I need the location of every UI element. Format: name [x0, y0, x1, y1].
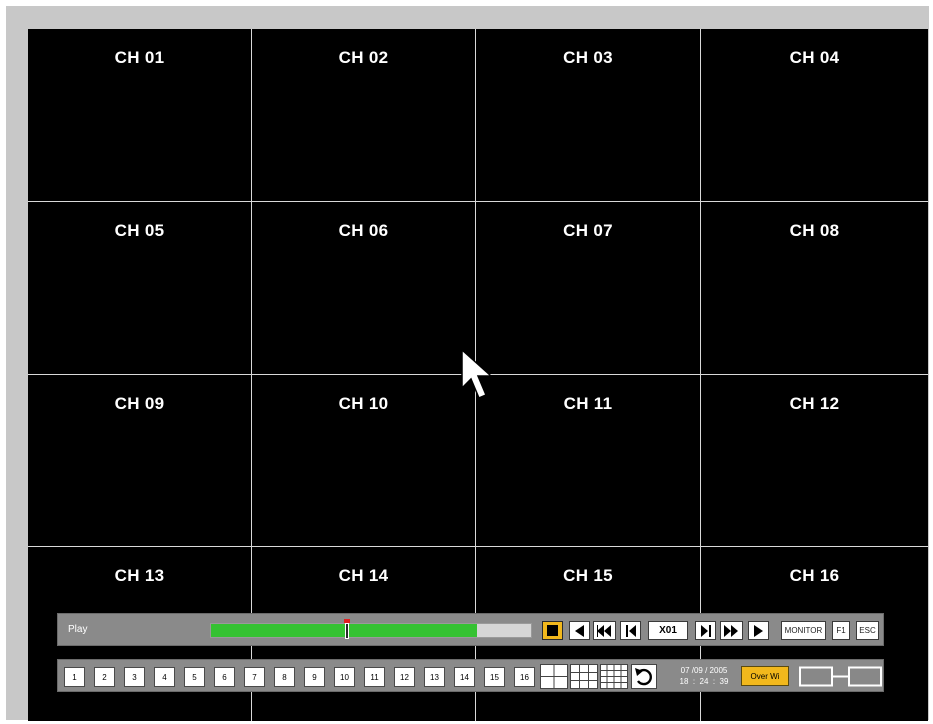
channel-button-7[interactable]: 7	[244, 667, 265, 687]
channel-label: CH 02	[338, 48, 389, 67]
layout-quad-button[interactable]	[540, 664, 568, 689]
channel-button-2[interactable]: 2	[94, 667, 115, 687]
f1-label: F1	[836, 626, 846, 635]
channel-label: CH 16	[789, 566, 840, 585]
channel-label: CH 08	[789, 221, 840, 240]
channel-tile[interactable]: CH 02	[252, 29, 476, 202]
hdd-status-icon	[799, 666, 882, 687]
channel-label: CH 11	[563, 394, 613, 413]
stop-icon	[547, 625, 558, 636]
layout-16-icon	[600, 664, 628, 689]
channel-tile[interactable]: CH 04	[701, 29, 928, 202]
play-icon	[754, 624, 763, 637]
fast-rewind-icon	[597, 624, 611, 637]
channel-tile[interactable]: CH 05	[28, 202, 252, 375]
channel-button-6[interactable]: 6	[214, 667, 235, 687]
speed-label: X01	[659, 625, 677, 636]
channel-button-15[interactable]: 15	[484, 667, 505, 687]
play-mode-label: Play	[68, 624, 88, 635]
channel-button-13[interactable]: 13	[424, 667, 445, 687]
layout-16-button[interactable]	[600, 664, 628, 689]
channel-tile[interactable]: CH 03	[476, 29, 701, 202]
channel-button-3[interactable]: 3	[124, 667, 145, 687]
channel-button-14[interactable]: 14	[454, 667, 475, 687]
undo-button[interactable]	[631, 664, 657, 689]
channel-label: CH 10	[338, 394, 389, 413]
monitor-button[interactable]: MONITOR	[781, 621, 826, 640]
marker-stem	[345, 623, 349, 639]
frame-forward-button[interactable]	[695, 621, 716, 640]
mouse-cursor-icon	[461, 348, 493, 399]
channel-label: CH 01	[114, 48, 165, 67]
channel-tile[interactable]: CH 11	[476, 375, 701, 547]
layout-9-icon	[570, 664, 598, 689]
frame-back-icon	[625, 624, 636, 637]
channel-tile[interactable]: CH 07	[476, 202, 701, 375]
layout-9-button[interactable]	[570, 664, 598, 689]
channel-label: CH 12	[789, 394, 840, 413]
time-text: 18 : 24 : 39	[679, 677, 729, 686]
overwrite-label: Over Wi	[750, 671, 780, 681]
channel-button-4[interactable]: 4	[154, 667, 175, 687]
channel-tile[interactable]: CH 12	[701, 375, 928, 547]
channel-select-bar: 1 2 3 4 5 6 7 8 9 10 11 12 13 14 15 16 0…	[57, 659, 884, 692]
channel-button-1[interactable]: 1	[64, 667, 85, 687]
esc-label: ESC	[859, 626, 876, 635]
fast-rewind-button[interactable]	[593, 621, 616, 640]
channel-label: CH 03	[563, 48, 613, 67]
fast-forward-button[interactable]	[720, 621, 743, 640]
channel-tile[interactable]: CH 10	[252, 375, 476, 547]
channel-label: CH 14	[338, 566, 389, 585]
channel-button-8[interactable]: 8	[274, 667, 295, 687]
channel-tile[interactable]: CH 01	[28, 29, 252, 202]
channel-tile[interactable]: CH 06	[252, 202, 476, 375]
f1-button[interactable]: F1	[832, 621, 850, 640]
channel-label: CH 06	[338, 221, 389, 240]
speed-button[interactable]: X01	[648, 621, 688, 640]
layout-quad-icon	[540, 664, 568, 689]
stop-button[interactable]	[542, 621, 563, 640]
frame-forward-icon	[700, 624, 711, 637]
hdd-status-indicator	[799, 666, 883, 687]
channel-button-9[interactable]: 9	[304, 667, 325, 687]
step-back-icon	[575, 624, 584, 637]
channel-tile[interactable]: CH 08	[701, 202, 928, 375]
channel-label: CH 15	[563, 566, 613, 585]
play-button[interactable]	[748, 621, 769, 640]
channel-label: CH 09	[114, 394, 165, 413]
channel-button-11[interactable]: 11	[364, 667, 385, 687]
esc-button[interactable]: ESC	[856, 621, 879, 640]
channel-label: CH 05	[114, 221, 165, 240]
channel-button-16[interactable]: 16	[514, 667, 535, 687]
timeline-position-handle[interactable]	[344, 619, 350, 639]
channel-button-12[interactable]: 12	[394, 667, 415, 687]
playback-bar: Play X01 MONITOR F1 ESC	[57, 613, 884, 646]
datetime-display: 07 /09 / 2005 18 : 24 : 39	[664, 665, 744, 687]
step-back-button[interactable]	[569, 621, 590, 640]
channel-button-5[interactable]: 5	[184, 667, 205, 687]
timeline-slider[interactable]	[210, 619, 532, 639]
fast-forward-icon	[724, 624, 738, 637]
channel-label: CH 07	[563, 221, 613, 240]
channel-label: CH 04	[789, 48, 840, 67]
channel-tile[interactable]: CH 09	[28, 375, 252, 547]
overwrite-button[interactable]: Over Wi	[741, 666, 789, 686]
channel-button-10[interactable]: 10	[334, 667, 355, 687]
frame-back-button[interactable]	[620, 621, 641, 640]
monitor-label: MONITOR	[784, 626, 823, 635]
date-text: 07 /09 / 2005	[680, 666, 728, 675]
undo-icon	[635, 668, 652, 686]
channel-label: CH 13	[114, 566, 165, 585]
